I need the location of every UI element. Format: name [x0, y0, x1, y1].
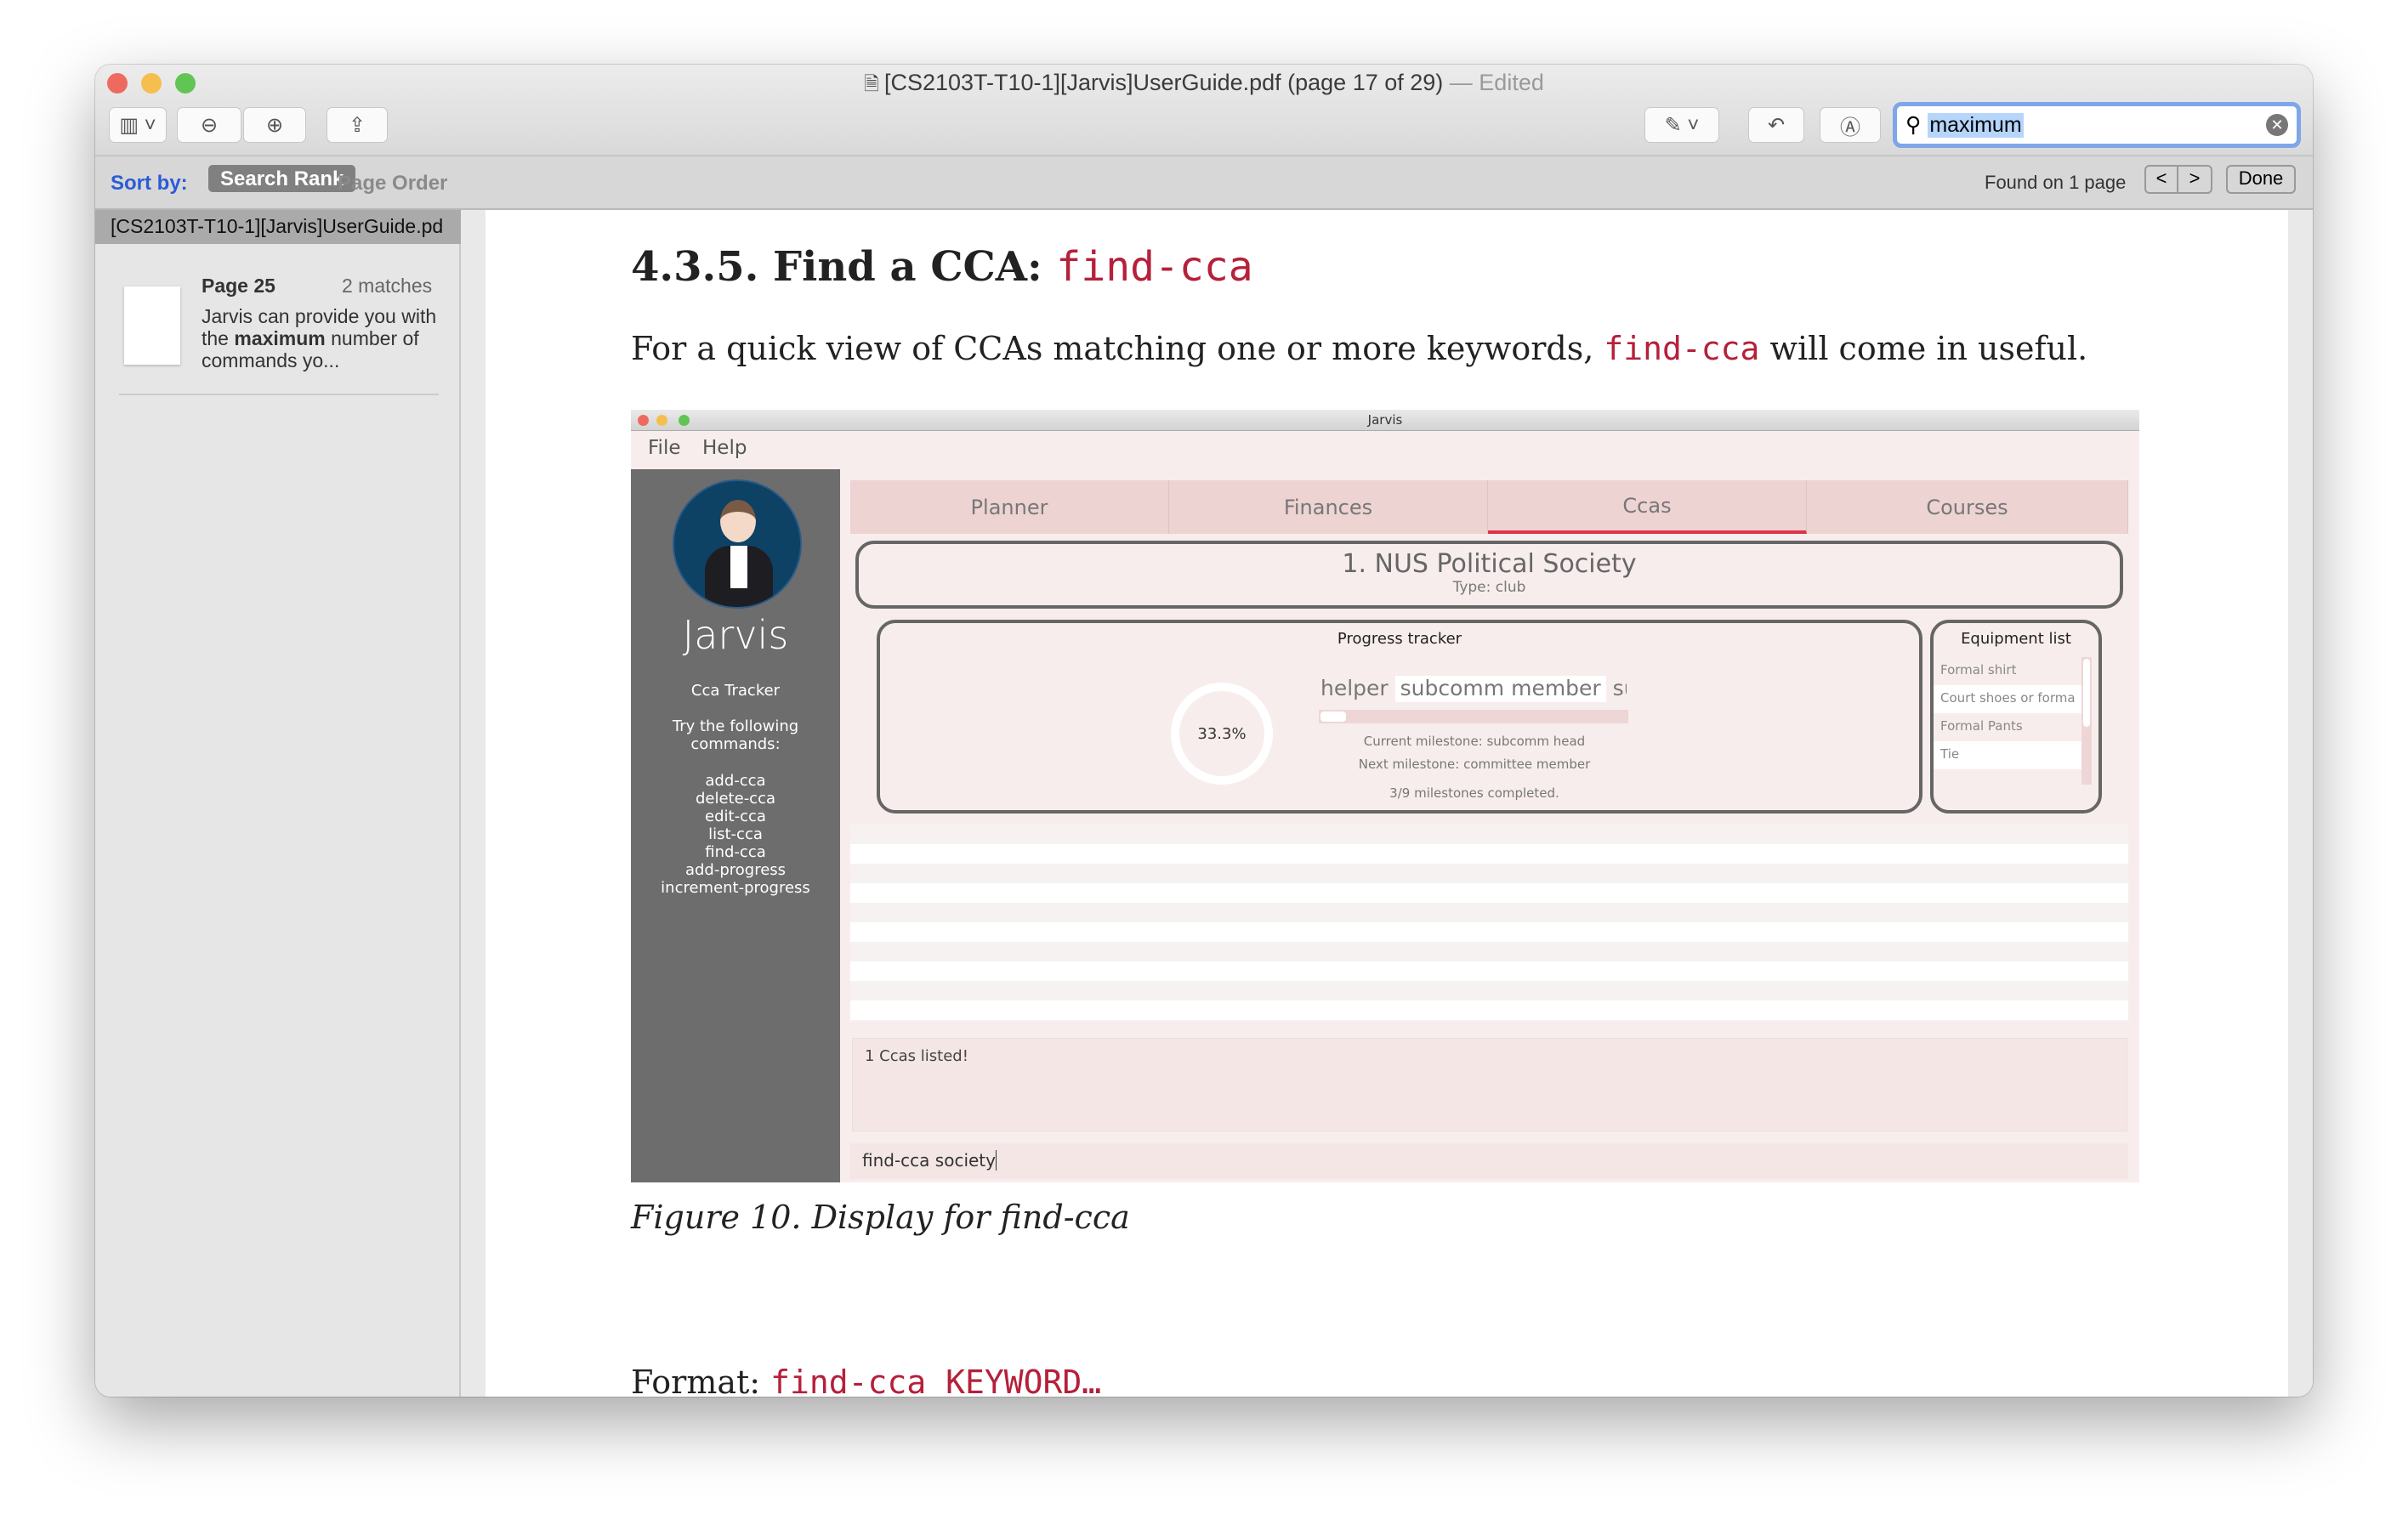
sort-page-order-button[interactable]: Page Order: [338, 172, 447, 196]
title-toolbar: 🗎 [CS2103T-T10-1][Jarvis]UserGuide.pdf (…: [95, 65, 2313, 156]
markup-button[interactable]: ✎ ˅: [1644, 107, 1719, 143]
progress-tracker: Progress tracker 33.3% helper subcomm me…: [877, 620, 1922, 814]
sort-search-rank-button[interactable]: Search Rank: [208, 165, 356, 192]
page-thumbnail: [124, 286, 180, 365]
equipment-item[interactable]: Formal shirt: [1934, 657, 2081, 685]
equipment-item[interactable]: Tie: [1934, 741, 2081, 769]
share-button[interactable]: ⇪: [327, 107, 388, 143]
found-count: Found on 1 page: [1985, 172, 2127, 193]
tab-courses[interactable]: Courses: [1807, 480, 2128, 534]
rotate-icon: ↶: [1767, 113, 1786, 137]
annotate-button[interactable]: Ⓐ: [1820, 107, 1881, 143]
menu-help[interactable]: Help: [702, 437, 747, 459]
tab-finances[interactable]: Finances: [1169, 480, 1488, 534]
jarvis-screenshot-figure: Jarvis File Help Jarvis Cca Tracker Try …: [631, 410, 2139, 1182]
figure-caption: Figure 10. Display for find-cca: [631, 1199, 1130, 1236]
equipment-item[interactable]: Court shoes or forma: [1934, 685, 2081, 713]
command-list: add-cca delete-cca edit-cca list-cca find-cc…: [661, 772, 810, 897]
sidebar-icon: ▥ ˅: [119, 113, 156, 137]
intro-paragraph: For a quick view of CCAs matching one or…: [631, 330, 2088, 367]
search-result-item[interactable]: Page 25 2 matches Jarvis can provide you…: [95, 244, 461, 405]
zoom-out-icon: ⊖: [200, 113, 219, 137]
share-icon: ⇪: [348, 113, 366, 137]
jarvis-titlebar: Jarvis: [631, 410, 2139, 431]
annotate-icon: Ⓐ: [1840, 116, 1860, 139]
butler-avatar: [673, 479, 802, 609]
section-heading: 4.3.5. Find a CCA: find-cca: [631, 243, 1253, 291]
result-display: 1 Ccas listed!: [852, 1038, 2127, 1131]
rotate-button[interactable]: ↶: [1748, 107, 1804, 143]
sidebar-toggle-button[interactable]: ▥ ˅: [109, 107, 167, 143]
milestone-scrollbar[interactable]: [1319, 710, 1628, 723]
tab-ccas[interactable]: Ccas: [1488, 480, 1807, 534]
search-results-bar: Sort by: Search Rank Page Order Found on…: [95, 156, 2313, 210]
pdf-file-icon: 🗎: [864, 73, 884, 94]
zoom-out-button[interactable]: ⊖: [177, 107, 241, 143]
zoom-in-button[interactable]: ⊕: [243, 107, 306, 143]
done-button[interactable]: Done: [2226, 165, 2296, 194]
equipment-list: Equipment list Formal shirt Court shoes …: [1930, 620, 2102, 814]
equipment-item[interactable]: Formal Pants: [1934, 713, 2081, 741]
sort-by-label: Sort by:: [111, 172, 188, 195]
command-input[interactable]: find-cca society: [850, 1143, 2128, 1179]
search-input[interactable]: ⚲ maximum ✕: [1893, 102, 2301, 148]
equipment-scrollbar[interactable]: [2081, 657, 2092, 785]
tab-planner[interactable]: Planner: [850, 480, 1169, 534]
previous-match-button[interactable]: <: [2144, 165, 2178, 194]
search-icon: ⚲: [1905, 113, 1922, 137]
divider: [119, 394, 439, 395]
window-title: 🗎 [CS2103T-T10-1][Jarvis]UserGuide.pdf (…: [864, 70, 1544, 95]
progress-ring: 33.3%: [1171, 683, 1273, 785]
markup-pen-icon: ✎ ˅: [1664, 113, 1700, 137]
menu-file[interactable]: File: [648, 437, 681, 459]
cca-list-area: [850, 825, 2128, 1022]
milestone-strip[interactable]: helper subcomm member su: [1320, 676, 1627, 708]
clear-search-icon[interactable]: ✕: [2266, 114, 2288, 136]
result-file-header: [CS2103T-T10-1][Jarvis]UserGuide.pd: [95, 210, 461, 244]
format-line: Format: find-cca KEYWORD…: [631, 1363, 1102, 1397]
jarvis-side-panel: Jarvis Cca Tracker Try the following comm…: [631, 469, 840, 1182]
search-results-sidebar: [CS2103T-T10-1][Jarvis]UserGuide.pd Page…: [95, 210, 461, 1397]
zoom-in-icon: ⊕: [265, 113, 284, 137]
next-match-button[interactable]: >: [2178, 165, 2212, 194]
cca-card[interactable]: 1. NUS Political Society Type: club: [855, 541, 2123, 609]
